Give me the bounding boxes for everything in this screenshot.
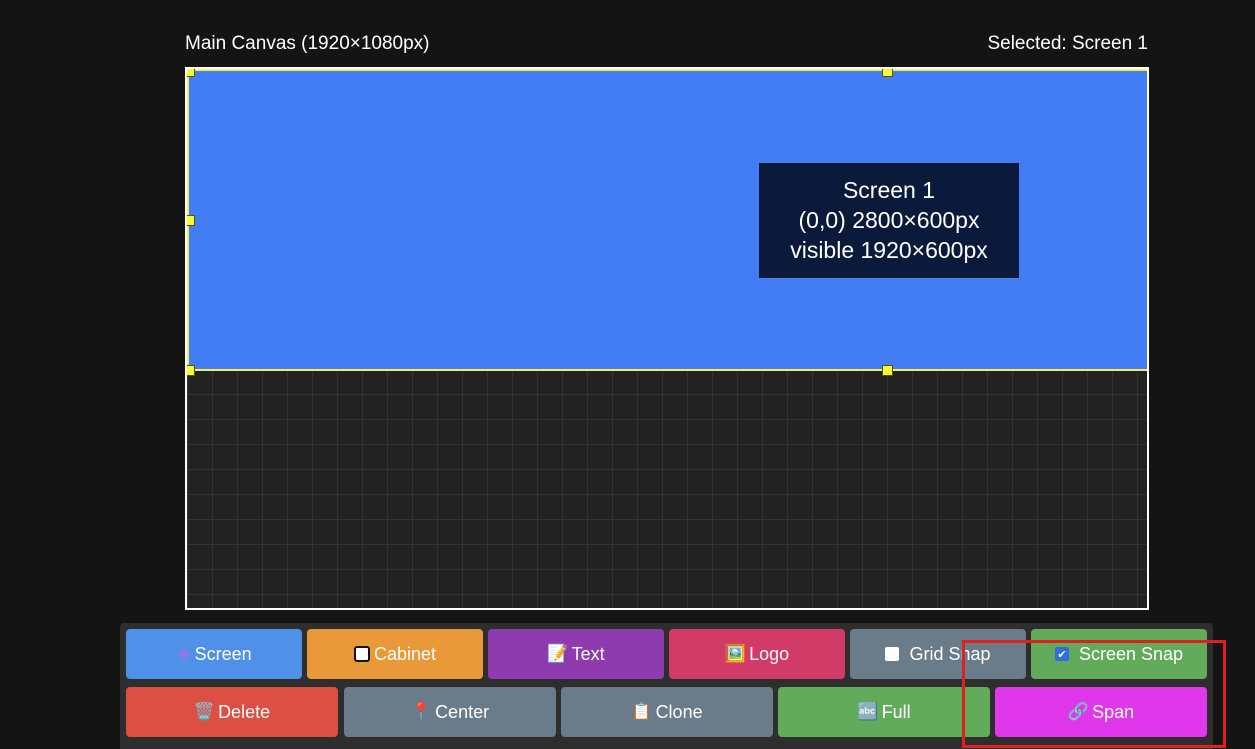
screen-snap-toggle[interactable]: ✔ Screen Snap: [1031, 629, 1207, 679]
add-cabinet-label: Cabinet: [373, 643, 437, 664]
resize-handle-bottom-left[interactable]: [187, 365, 195, 376]
screen-1-rect[interactable]: Screen 1 (0,0) 2800×600px visible 1920×6…: [187, 69, 1147, 376]
picture-icon: 🖼️: [724, 644, 747, 663]
screen-snap-label: Screen Snap: [1078, 643, 1184, 664]
add-text-label: Text: [571, 643, 605, 664]
add-logo-label: Logo: [749, 643, 790, 664]
link-icon: 🔗: [1067, 702, 1090, 721]
clone-label: Clone: [655, 701, 703, 722]
wastebasket-icon: 🗑️: [193, 702, 216, 721]
span-label: Span: [1092, 701, 1135, 722]
resize-handle-bottom-middle[interactable]: [882, 365, 893, 376]
toolbar: + Screen Cabinet 📝 Text 🖼️ Logo Grid Sna…: [120, 623, 1213, 749]
screen-info-label: Screen 1 (0,0) 2800×600px visible 1920×6…: [759, 163, 1019, 278]
center-button[interactable]: 📍 Center: [344, 687, 556, 737]
clipboard-icon: 📋: [631, 702, 653, 721]
resize-handle-middle-left[interactable]: [187, 215, 195, 226]
delete-button[interactable]: 🗑️ Delete: [126, 687, 338, 737]
memo-icon: 📝: [547, 644, 569, 663]
add-screen-label: Screen: [194, 643, 252, 664]
grid-snap-toggle[interactable]: Grid Snap: [850, 629, 1026, 679]
selected-label: Selected: Screen 1: [987, 33, 1148, 54]
resize-handle-top-left[interactable]: [187, 69, 195, 77]
canvas-title: Main Canvas (1920×1080px): [185, 33, 430, 54]
plus-icon: +: [176, 639, 192, 669]
screen-visible-size: visible 1920×600px: [790, 237, 988, 263]
add-logo-button[interactable]: 🖼️ Logo: [669, 629, 845, 679]
grid-snap-checkbox-icon[interactable]: [885, 647, 900, 661]
span-button[interactable]: 🔗 Span: [995, 687, 1207, 737]
add-text-button[interactable]: 📝 Text: [488, 629, 664, 679]
screen-position-size: (0,0) 2800×600px: [798, 207, 980, 233]
full-label: Full: [881, 701, 911, 722]
center-label: Center: [435, 701, 490, 722]
add-cabinet-button[interactable]: Cabinet: [307, 629, 483, 679]
resize-handle-top-middle[interactable]: [882, 69, 893, 77]
clone-button[interactable]: 📋 Clone: [561, 687, 773, 737]
screen-snap-checkbox-icon[interactable]: ✔: [1054, 647, 1069, 661]
square-icon: [353, 646, 370, 662]
main-canvas[interactable]: Screen 1 (0,0) 2800×600px visible 1920×6…: [185, 67, 1149, 610]
delete-label: Delete: [218, 701, 271, 722]
full-button[interactable]: 🔤 Full: [778, 687, 990, 737]
add-screen-button[interactable]: + Screen: [126, 629, 302, 679]
grid-snap-label: Grid Snap: [909, 643, 991, 664]
screen-name: Screen 1: [842, 177, 936, 203]
abc-icon: 🔤: [857, 702, 879, 721]
pushpin-icon: 📍: [410, 702, 433, 721]
